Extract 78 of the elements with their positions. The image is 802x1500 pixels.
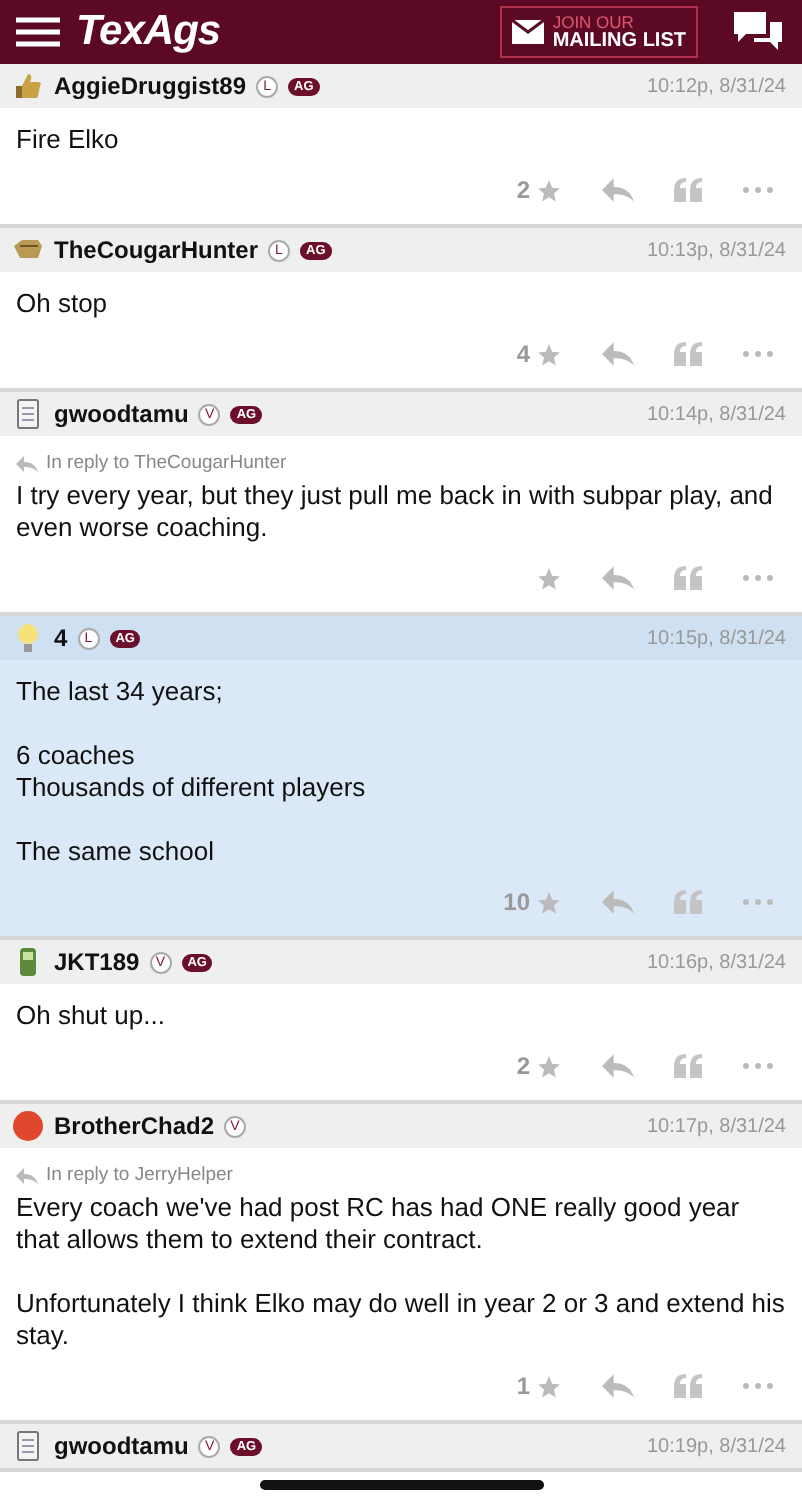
username[interactable]: AggieDruggist89 bbox=[54, 72, 247, 100]
more-icon bbox=[742, 186, 774, 194]
star-icon bbox=[536, 177, 562, 203]
more-icon bbox=[742, 1062, 774, 1070]
post-time: 10:19p, 8/31/24 bbox=[646, 1435, 786, 1457]
more-button[interactable] bbox=[742, 350, 774, 358]
username[interactable]: JKT189 bbox=[54, 948, 140, 976]
quote-button[interactable] bbox=[674, 1374, 702, 1398]
reply-icon bbox=[602, 1374, 634, 1398]
post-text: The same school bbox=[16, 836, 216, 868]
more-button[interactable] bbox=[742, 1062, 774, 1070]
quote-icon bbox=[674, 566, 702, 590]
quote-icon bbox=[674, 1054, 702, 1078]
reply-button[interactable] bbox=[602, 342, 634, 366]
quote-icon bbox=[674, 1374, 702, 1398]
reply-icon bbox=[16, 1167, 38, 1183]
star-icon bbox=[536, 341, 562, 367]
notepad-icon bbox=[12, 398, 44, 430]
reply-button[interactable] bbox=[602, 566, 634, 590]
more-icon bbox=[742, 1382, 774, 1390]
post-time: 10:15p, 8/31/24 bbox=[646, 627, 786, 649]
star-button[interactable] bbox=[536, 565, 562, 591]
post-time: 10:13p, 8/31/24 bbox=[646, 239, 786, 261]
quote-button[interactable] bbox=[674, 566, 702, 590]
star-icon bbox=[536, 1053, 562, 1079]
post-text: 6 coaches Thousands of different players bbox=[16, 740, 368, 804]
post-text: Oh shut up... bbox=[16, 1000, 167, 1032]
star-icon bbox=[536, 1373, 562, 1399]
post-text: Unfortunately I think Elko may do well in year 2 or 3 and extend his stay. bbox=[16, 1288, 786, 1352]
username[interactable]: gwoodtamu bbox=[54, 400, 189, 428]
username[interactable]: TheCougarHunter bbox=[54, 236, 258, 264]
reply-icon bbox=[602, 1054, 634, 1078]
reply-button[interactable] bbox=[602, 1054, 634, 1078]
menu-icon[interactable] bbox=[16, 16, 60, 48]
more-icon bbox=[742, 350, 774, 358]
more-icon bbox=[742, 574, 774, 582]
more-icon bbox=[742, 898, 774, 906]
more-button[interactable] bbox=[742, 1382, 774, 1390]
post-time: 10:12p, 8/31/24 bbox=[646, 75, 786, 97]
reply-icon bbox=[602, 890, 634, 914]
reply-button[interactable] bbox=[602, 890, 634, 914]
star-icon bbox=[536, 889, 562, 915]
more-button[interactable] bbox=[742, 186, 774, 194]
username[interactable]: 4 bbox=[54, 624, 68, 652]
post-time: 10:16p, 8/31/24 bbox=[646, 951, 786, 973]
reply-icon bbox=[16, 455, 38, 471]
reply-button[interactable] bbox=[602, 178, 634, 202]
notepad-icon bbox=[12, 1430, 44, 1462]
reply-to-link[interactable]: In reply to JerryHelper bbox=[46, 1164, 233, 1186]
site-logo[interactable]: TexAgs bbox=[76, 8, 485, 56]
quote-button[interactable] bbox=[674, 1054, 702, 1078]
more-button[interactable] bbox=[742, 898, 774, 906]
post-text: Oh stop bbox=[16, 288, 110, 320]
reply-to-link[interactable]: In reply to TheCougarHunter bbox=[46, 452, 287, 474]
post-text: I try every year, but they just pull me back in with subpar play, and even worse coaching. bbox=[16, 480, 775, 544]
quote-button[interactable] bbox=[674, 890, 702, 914]
envelope-icon bbox=[512, 20, 545, 44]
reply-icon bbox=[602, 178, 634, 202]
post-text: Fire Elko bbox=[16, 124, 121, 156]
post-text: Every coach we've had post RC has had ONE really good year that allows them to extend their contract. bbox=[16, 1192, 742, 1256]
thumbs-up-icon bbox=[12, 70, 44, 102]
post-time: 10:14p, 8/31/24 bbox=[646, 403, 786, 425]
post-text: The last 34 years; bbox=[16, 676, 225, 708]
quote-button[interactable] bbox=[674, 342, 702, 366]
more-button[interactable] bbox=[742, 574, 774, 582]
star-icon bbox=[536, 565, 562, 591]
quote-icon bbox=[674, 890, 702, 914]
mailing-list-button[interactable]: JOIN OUR MAILING LIST bbox=[500, 6, 698, 58]
username[interactable]: BrotherChad2 bbox=[54, 1112, 215, 1140]
username[interactable]: gwoodtamu bbox=[54, 1432, 189, 1460]
quote-icon bbox=[674, 342, 702, 366]
light-bulb-icon bbox=[12, 622, 44, 654]
reply-icon bbox=[602, 566, 634, 590]
reply-button[interactable] bbox=[602, 1374, 634, 1398]
quote-button[interactable] bbox=[674, 178, 702, 202]
reply-icon bbox=[602, 342, 634, 366]
quote-icon bbox=[674, 178, 702, 202]
post-time: 10:17p, 8/31/24 bbox=[646, 1115, 786, 1137]
